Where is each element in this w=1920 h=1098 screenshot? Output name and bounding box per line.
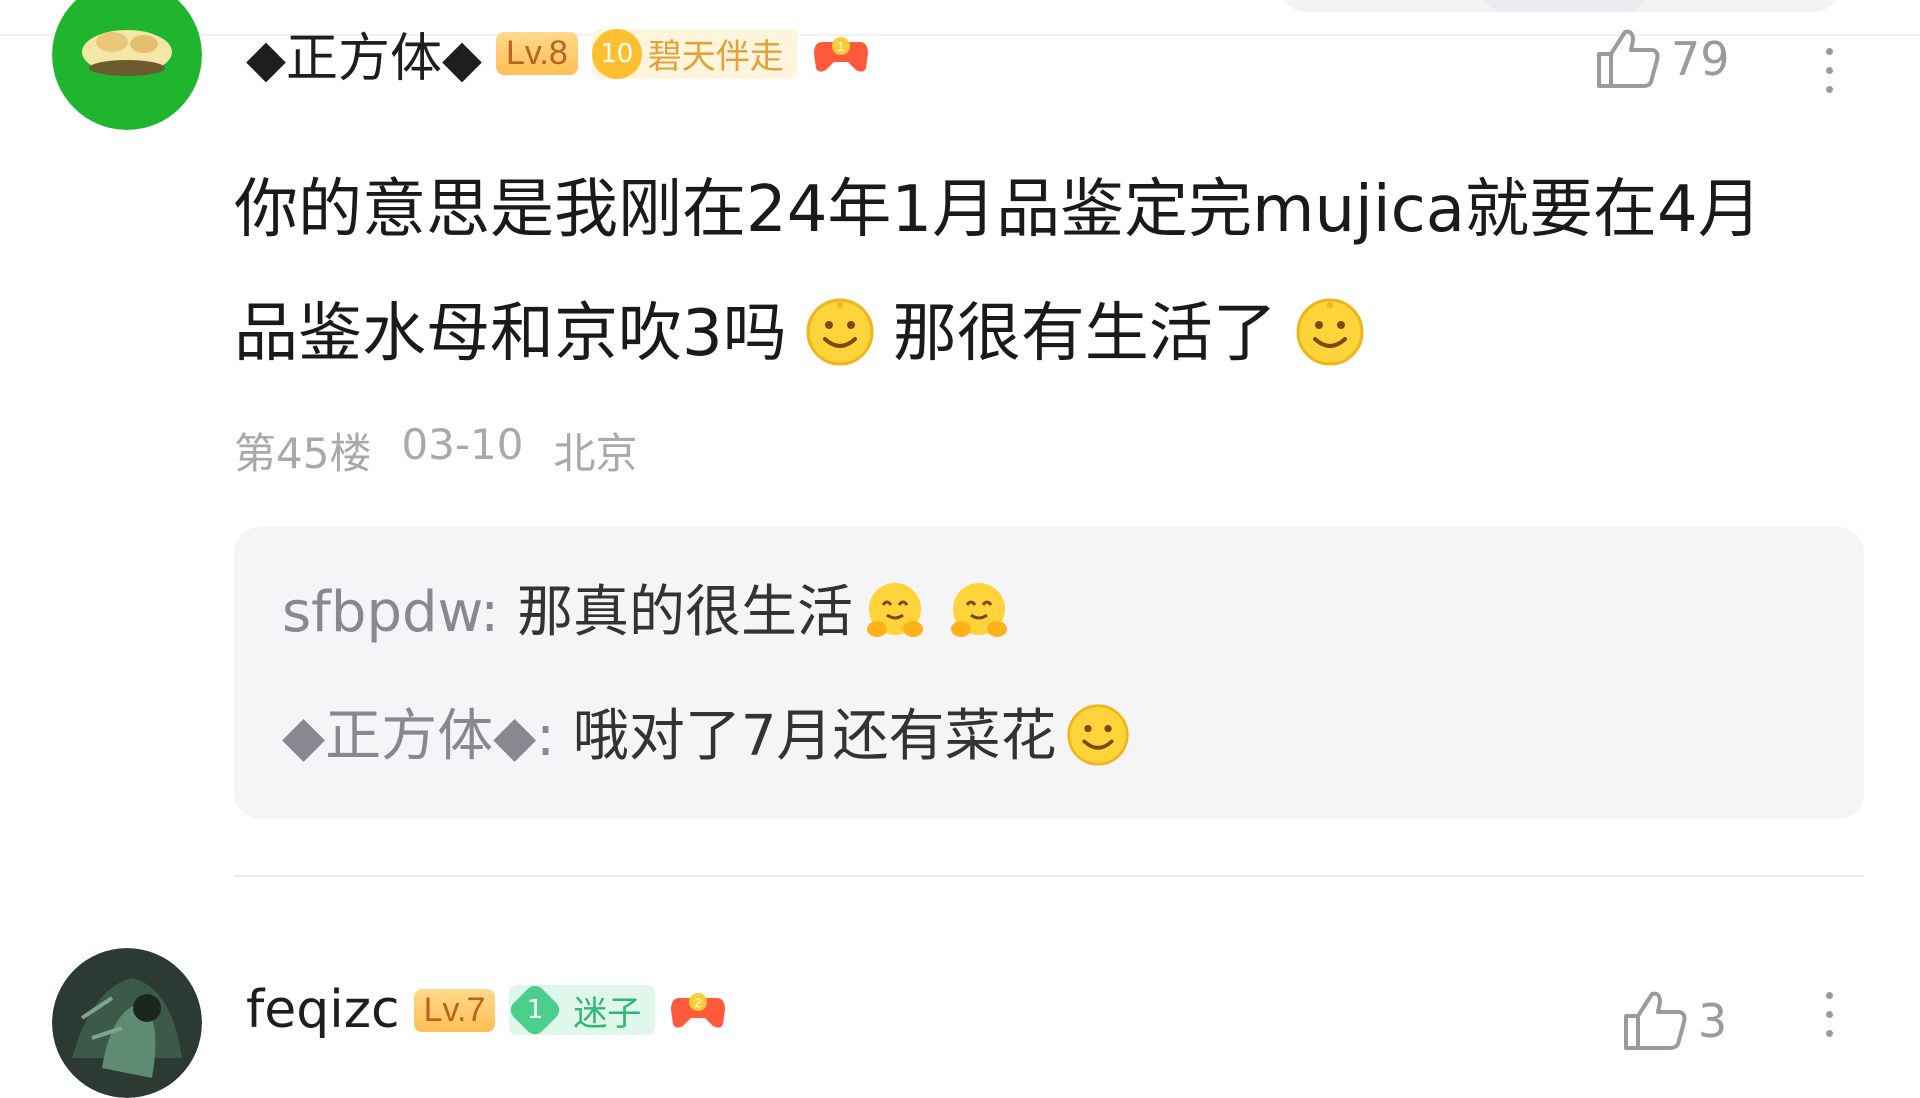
- fan-badge-name: 迷子: [573, 993, 642, 1034]
- avatar[interactable]: [52, 948, 202, 1098]
- thumb-up-icon: [1624, 991, 1687, 1050]
- reply-author[interactable]: sfbpdw: [282, 580, 480, 645]
- user-info-line: ◆正方体◆ Lv.8 10 碧天伴走 1: [246, 16, 870, 91]
- divider: [234, 875, 1864, 877]
- smile-emoji-icon: [1296, 298, 1364, 366]
- fan-badge-name: 碧天伴走: [647, 37, 784, 77]
- reply-list[interactable]: sfbpdw: 那真的很生活 ◆正方体◆: 哦对了7月还有菜花: [234, 527, 1864, 819]
- like-count: 79: [1671, 32, 1730, 86]
- level-badge: Lv.7: [413, 988, 496, 1032]
- like-button[interactable]: 3: [1622, 990, 1727, 1052]
- comment-meta: 第45楼 03-10 北京: [234, 420, 638, 481]
- reply-author[interactable]: ◆正方体◆: [282, 704, 536, 769]
- comment-text-line2a: 品鉴水母和京吹3吗: [234, 297, 787, 371]
- reply-item[interactable]: ◆正方体◆: 哦对了7月还有菜花: [282, 691, 1140, 772]
- hug-emoji-icon: [866, 583, 923, 637]
- smile-emoji-icon: [1067, 704, 1130, 766]
- more-vertical-icon[interactable]: [1826, 992, 1833, 1037]
- reply-separator: :: [480, 580, 500, 645]
- gamepad-icon: 2: [669, 990, 727, 1030]
- game-badge-num: 1: [837, 39, 844, 54]
- username[interactable]: ◆正方体◆: [246, 16, 482, 91]
- comment-date: 03-10: [401, 420, 524, 469]
- user-info-line: feqizc Lv.7 1 迷子 2: [246, 980, 727, 1040]
- comment-text-line2b: 那很有生活了: [892, 297, 1277, 371]
- gamepad-icon: 1: [812, 34, 870, 74]
- like-button[interactable]: 79: [1595, 28, 1730, 90]
- like-count: 3: [1698, 994, 1728, 1048]
- fan-badge-level: 10: [591, 28, 642, 79]
- avatar[interactable]: [52, 0, 202, 130]
- hug-emoji-icon: [950, 583, 1007, 637]
- comment-text: 你的意思是我刚在24年1月品鉴定完mujica就要在4月 品鉴水母和京吹3吗 那…: [234, 148, 1874, 396]
- comment-text-line1: 你的意思是我刚在24年1月品鉴定完mujica就要在4月: [234, 173, 1762, 247]
- reply-text: 那真的很生活: [516, 580, 853, 645]
- fan-badge[interactable]: 1 迷子: [507, 981, 656, 1039]
- floor-number: 第45楼: [234, 429, 372, 478]
- reply-text: 哦对了7月还有菜花: [572, 704, 1057, 769]
- thumb-up-icon: [1597, 29, 1660, 88]
- game-badge-num: 2: [695, 995, 702, 1010]
- reply-separator: :: [536, 704, 556, 769]
- reply-item[interactable]: sfbpdw: 那真的很生活: [282, 567, 1021, 648]
- username[interactable]: feqizc: [246, 980, 400, 1040]
- more-vertical-icon[interactable]: [1826, 48, 1833, 93]
- fan-badge[interactable]: 10 碧天伴走: [591, 28, 798, 79]
- comment-item: ◆正方体◆ Lv.8 10 碧天伴走 1 79 你的意思是我刚在24年1月品鉴定…: [0, 0, 1920, 890]
- smile-emoji-icon: [806, 298, 874, 366]
- level-badge: Lv.8: [495, 32, 578, 75]
- comment-location: 北京: [553, 429, 638, 478]
- comment-item: feqizc Lv.7 1 迷子 2 3: [0, 940, 1920, 1098]
